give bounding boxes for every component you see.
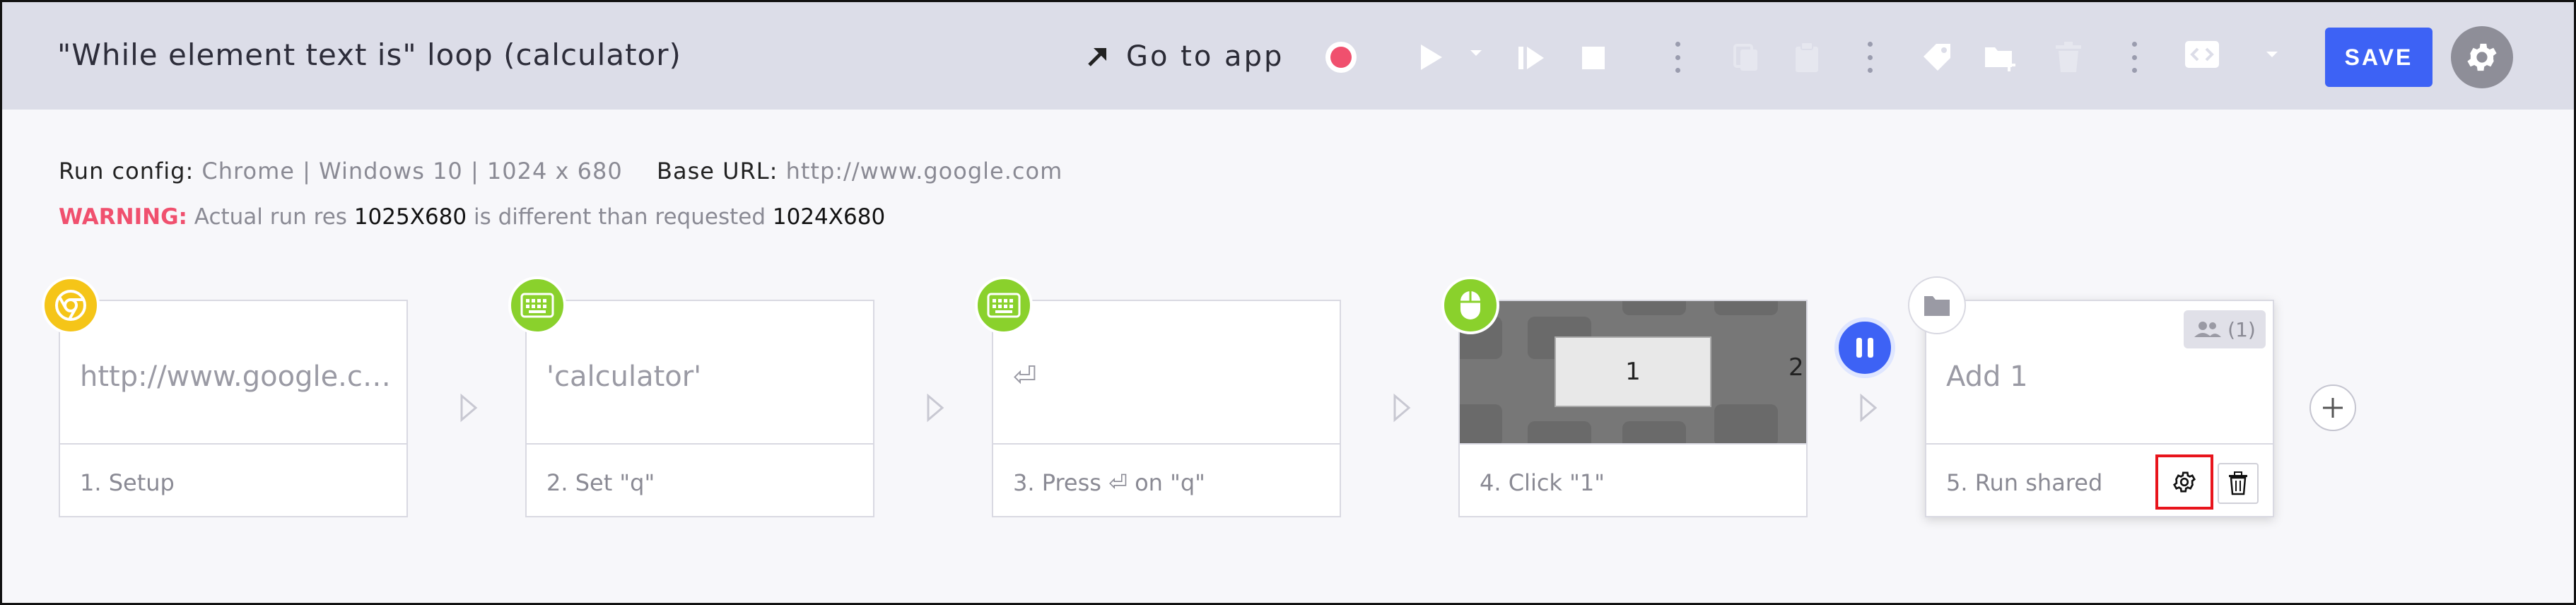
add-folder-button[interactable] — [1981, 39, 2020, 76]
step-content: ⏎ — [993, 301, 1340, 445]
plus-icon — [2323, 398, 2343, 418]
save-button[interactable]: SAVE — [2325, 28, 2432, 87]
mouse-icon — [1441, 276, 1499, 334]
keyboard-icon — [975, 276, 1033, 334]
run-config-label: Run config: — [59, 158, 194, 184]
stop-button[interactable] — [1576, 40, 1611, 76]
step-content: 'calculator' — [527, 301, 873, 445]
add-step-button[interactable] — [2309, 384, 2356, 431]
settings-button[interactable] — [2451, 26, 2513, 88]
app-frame: "While element text is" loop (calculator… — [0, 0, 2576, 605]
folder-icon — [1908, 276, 1966, 334]
step-caption: 3. Press ⏎ on "q" — [1013, 469, 1205, 496]
folder-plus-icon — [1985, 47, 2015, 71]
resolution-warning: WARNING: Actual run res 1025X680 is diff… — [59, 204, 885, 230]
test-title[interactable]: "While element text is" loop (calculator… — [57, 37, 681, 72]
connector-arrow-icon — [460, 393, 478, 423]
toolbar-more-icon[interactable] — [1675, 42, 1680, 73]
users-icon — [2194, 322, 2222, 337]
toolbar: "While element text is" loop (calculator… — [2, 2, 2574, 110]
step-value: 'calculator' — [546, 360, 702, 393]
pause-icon — [1856, 338, 1873, 358]
requested-resolution: 1024X680 — [772, 204, 886, 230]
tag-icon — [1924, 44, 1950, 71]
record-button[interactable] — [1321, 37, 1361, 77]
connector-arrow-icon — [1393, 393, 1411, 423]
connector-arrow-icon — [927, 393, 944, 423]
connector-arrow-icon — [1860, 393, 1878, 423]
pause-button[interactable] — [1834, 317, 1895, 378]
step-content: 1 2 — [1460, 301, 1806, 445]
keyboard-icon — [508, 276, 566, 334]
step-value: ⏎ — [1013, 360, 1037, 393]
step-content: http://www.google.com — [60, 301, 406, 445]
delete-test-button[interactable] — [2051, 39, 2086, 76]
warning-text: Actual run res — [194, 204, 347, 230]
warning-label: WARNING: — [59, 204, 187, 230]
toolbar-more-icon[interactable] — [1867, 42, 1873, 73]
run-config-value[interactable]: Chrome | Windows 10 | 1024 x 680 — [201, 158, 622, 184]
go-to-app-label: Go to app — [1126, 40, 1284, 73]
base-url-label: Base URL: — [657, 158, 778, 184]
step-delete-button[interactable] — [2218, 463, 2259, 504]
step-forward-button[interactable] — [1514, 40, 1549, 76]
go-to-app-button[interactable]: Go to app — [1084, 36, 1284, 77]
step-card-setup[interactable]: http://www.google.com 1. Setup — [59, 300, 408, 517]
calculator-key-2: 2 — [1788, 353, 1804, 382]
paste-button[interactable] — [1789, 39, 1825, 76]
run-config-row: Run config: Chrome | Windows 10 | 1024 x… — [59, 158, 1062, 184]
step-caption: 5. Run shared — [1946, 469, 2103, 496]
stop-icon — [1582, 47, 1605, 69]
step-caption: 2. Set "q" — [546, 469, 655, 496]
gear-icon — [2467, 43, 2497, 71]
play-button[interactable] — [1413, 39, 1448, 76]
copy-button[interactable] — [1728, 40, 1764, 76]
step-card-click[interactable]: 1 2 4. Click "1" — [1458, 300, 1808, 517]
shared-users-badge[interactable]: (1) — [2184, 310, 2266, 348]
trash-icon — [2229, 471, 2247, 495]
record-icon — [1325, 42, 1357, 73]
gear-icon — [2172, 471, 2196, 493]
shared-count-label: (1) — [2227, 317, 2256, 341]
code-options-dropdown[interactable] — [2261, 46, 2283, 63]
play-icon — [1421, 45, 1442, 70]
trash-icon — [2056, 42, 2081, 72]
play-options-dropdown[interactable] — [1465, 45, 1487, 61]
element-screenshot: 1 2 — [1460, 301, 1806, 443]
actual-resolution: 1025X680 — [353, 204, 467, 230]
code-icon — [2185, 41, 2219, 68]
step-forward-icon — [1518, 47, 1544, 69]
calculator-key-1: 1 — [1555, 336, 1711, 407]
step-settings-button[interactable] — [2155, 454, 2213, 510]
step-card-press-enter[interactable]: ⏎ 3. Press ⏎ on "q" — [992, 300, 1341, 517]
step-value: http://www.google.com — [80, 360, 391, 393]
base-url-value[interactable]: http://www.google.com — [786, 158, 1063, 184]
chrome-icon — [42, 276, 100, 334]
copy-icon — [1733, 44, 1757, 71]
warning-text: is different than requested — [473, 204, 766, 230]
step-caption: 4. Click "1" — [1480, 469, 1605, 496]
step-caption: 1. Setup — [80, 469, 175, 496]
step-card-set-q[interactable]: 'calculator' 2. Set "q" — [525, 300, 874, 517]
tag-button[interactable] — [1918, 39, 1956, 76]
step-value: Add 1 — [1946, 360, 2028, 393]
clipboard-icon — [1796, 42, 1818, 72]
toolbar-more-icon[interactable] — [2131, 42, 2137, 73]
caret-down-icon — [1470, 50, 1482, 56]
caret-down-icon — [2266, 52, 2278, 57]
arrow-up-right-icon — [1088, 48, 1106, 66]
code-view-button[interactable] — [2182, 37, 2222, 71]
